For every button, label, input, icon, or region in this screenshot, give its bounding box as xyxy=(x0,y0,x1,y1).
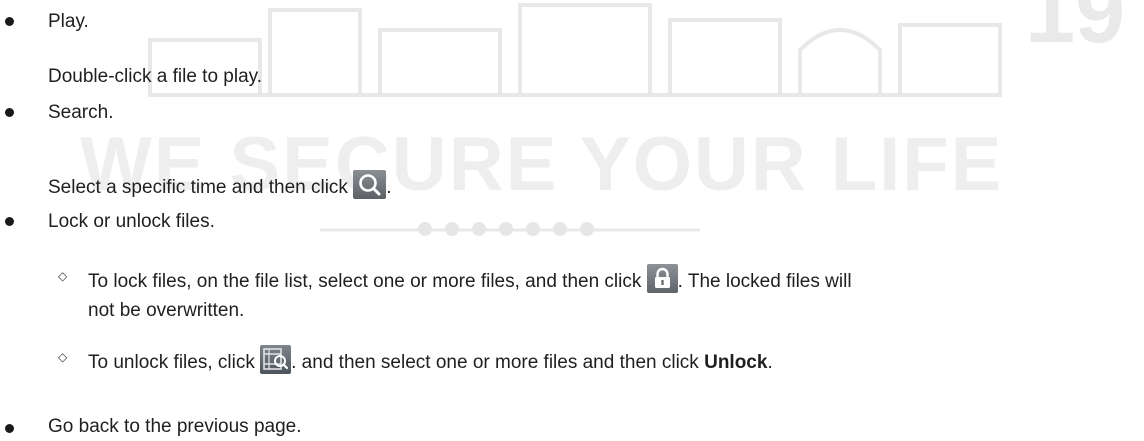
lock-instruction: To lock files, on the file list, select … xyxy=(88,264,852,295)
search-description: Select a specific time and then click . xyxy=(48,170,391,201)
search-description-text: Select a specific time and then click xyxy=(48,177,348,198)
diamond-bullet: ◇ xyxy=(58,350,68,364)
lock-icon[interactable] xyxy=(646,264,678,293)
diamond-bullet: ◇ xyxy=(58,269,68,283)
record-file-icon[interactable] xyxy=(260,345,292,374)
unlock-instruction: To unlock files, click . and then select… xyxy=(88,345,773,376)
back-title: Go back to the previous page. xyxy=(48,416,302,437)
search-title: Search. xyxy=(48,102,114,123)
bullet-lock xyxy=(5,217,14,226)
unlock-instruction-text: To unlock files, click xyxy=(88,352,255,373)
bullet-search xyxy=(5,108,14,117)
lock-title: Lock or unlock files. xyxy=(48,211,215,232)
bullet-play xyxy=(5,17,14,26)
unlock-instruction-middle: . and then select one or more files and … xyxy=(291,352,699,373)
search-description-end: . xyxy=(386,177,392,198)
unlock-label: Unlock xyxy=(704,352,768,373)
play-description: Double-click a file to play. xyxy=(48,66,263,87)
play-title: Play. xyxy=(48,11,89,32)
lock-instruction-line2: not be overwritten. xyxy=(88,300,245,321)
unlock-instruction-end: . xyxy=(767,352,773,373)
instruction-list: Play. Double-click a file to play. Searc… xyxy=(0,0,1144,441)
lock-instruction-text: To lock files, on the file list, select … xyxy=(88,271,642,292)
bullet-back xyxy=(5,424,14,433)
search-icon[interactable] xyxy=(353,170,387,199)
lock-instruction-end: . The locked files will xyxy=(677,271,852,292)
